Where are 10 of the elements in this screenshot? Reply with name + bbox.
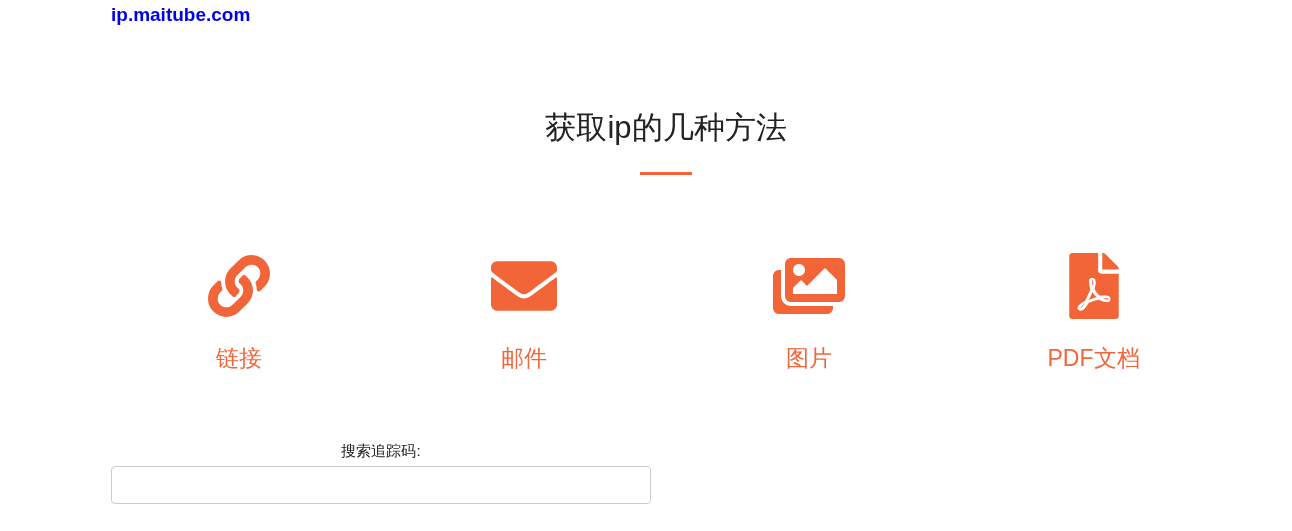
method-label: 图片 [785, 344, 832, 373]
method-label: 链接 [215, 344, 262, 373]
search-label: 搜索追踪码: [341, 442, 421, 461]
search-field[interactable] [111, 466, 651, 504]
method-label: 邮件 [500, 344, 547, 373]
heading-underline [640, 172, 692, 175]
method-label: PDF文档 [1047, 344, 1140, 373]
link-icon [207, 253, 270, 319]
page-heading: 获取ip的几种方法 [544, 109, 788, 147]
site-link[interactable]: ip.maitube.com [111, 4, 251, 25]
